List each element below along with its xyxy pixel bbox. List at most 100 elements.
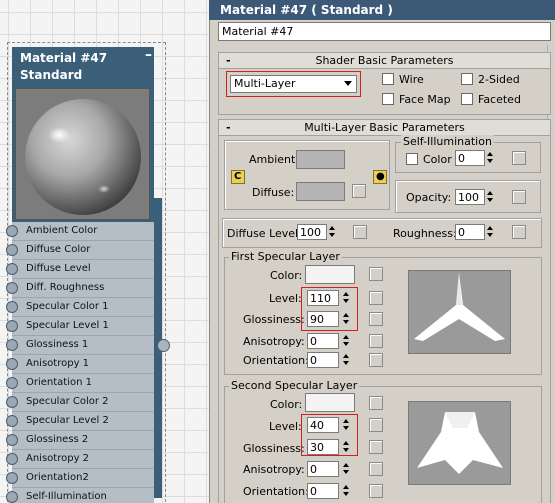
node-titlebar[interactable]: Material #47 Standard – bbox=[12, 47, 154, 87]
roughness-spinner[interactable] bbox=[486, 224, 495, 240]
self-illum-color-label: Color bbox=[423, 153, 452, 166]
diffuse-level-input[interactable]: 100 bbox=[297, 224, 327, 240]
first-orientation-map-button[interactable] bbox=[369, 353, 383, 367]
second-orientation-spinner[interactable] bbox=[342, 483, 351, 499]
shader-type-dropdown[interactable]: Multi-Layer bbox=[230, 75, 357, 93]
opacity-spinner[interactable] bbox=[486, 189, 495, 205]
second-anisotropy-input[interactable]: 0 bbox=[307, 461, 339, 477]
slot-diff-roughness[interactable]: Diff. Roughness bbox=[6, 279, 154, 298]
first-glossiness-spinner[interactable] bbox=[342, 311, 351, 327]
material-name-input[interactable]: Material #47 bbox=[218, 22, 551, 41]
highlight-curve-icon bbox=[409, 271, 510, 353]
multilayer-rollout-header[interactable]: - Multi-Layer Basic Parameters bbox=[219, 120, 550, 136]
opacity-input[interactable]: 100 bbox=[455, 189, 485, 205]
slot-anisotropy-2[interactable]: Anisotropy 2 bbox=[6, 450, 154, 469]
roughness-input[interactable]: 0 bbox=[455, 224, 485, 240]
slot-glossiness-2[interactable]: Glossiness 2 bbox=[6, 431, 154, 450]
first-level-map-button[interactable] bbox=[369, 291, 383, 305]
slot-socket-icon[interactable] bbox=[6, 377, 18, 389]
second-orientation-map-button[interactable] bbox=[369, 484, 383, 498]
slot-socket-icon[interactable] bbox=[6, 434, 18, 446]
node-minimize-button[interactable]: – bbox=[145, 47, 152, 63]
first-glossiness-input[interactable]: 90 bbox=[307, 311, 339, 327]
lock-ambient-icon[interactable]: C bbox=[231, 170, 245, 184]
second-specular-color-swatch[interactable] bbox=[305, 393, 355, 412]
slot-orientation-1[interactable]: Orientation 1 bbox=[6, 374, 154, 393]
lock-diffuse-map-icon[interactable]: ● bbox=[373, 170, 387, 184]
roughness-map-button[interactable] bbox=[512, 225, 526, 239]
diffuse-color-swatch[interactable] bbox=[296, 182, 345, 201]
first-specular-color-swatch[interactable] bbox=[305, 265, 355, 284]
slot-self-illumination[interactable]: Self-Illumination bbox=[6, 488, 154, 503]
shader-rollout-header[interactable]: - Shader Basic Parameters bbox=[219, 53, 550, 69]
slot-ambient-color[interactable]: Ambient Color bbox=[6, 222, 154, 241]
first-highlight-graph bbox=[408, 270, 511, 354]
sphere-preview-icon bbox=[16, 89, 149, 219]
faceted-checkbox[interactable] bbox=[461, 93, 473, 105]
second-level-input[interactable]: 40 bbox=[307, 417, 339, 433]
self-illum-color-checkbox[interactable] bbox=[406, 153, 418, 165]
first-color-map-button[interactable] bbox=[369, 267, 383, 281]
slot-diffuse-level[interactable]: Diffuse Level bbox=[6, 260, 154, 279]
opacity-label: Opacity: bbox=[406, 191, 452, 204]
slot-socket-icon[interactable] bbox=[6, 415, 18, 427]
slot-specular-color-2[interactable]: Specular Color 2 bbox=[6, 393, 154, 412]
diffuse-level-map-button[interactable] bbox=[353, 225, 367, 239]
second-glossiness-label: Glossiness: bbox=[243, 442, 305, 455]
ambient-label: Ambient: bbox=[249, 153, 300, 166]
first-level-input[interactable]: 110 bbox=[307, 290, 339, 306]
diffuse-level-spinner[interactable] bbox=[328, 224, 337, 240]
slot-socket-icon[interactable] bbox=[6, 491, 18, 503]
slot-label: Diffuse Level bbox=[26, 263, 91, 274]
second-orientation-input[interactable]: 0 bbox=[307, 483, 339, 499]
second-anisotropy-spinner[interactable] bbox=[342, 461, 351, 477]
self-illum-spinner[interactable] bbox=[486, 150, 495, 166]
slot-specular-level-2[interactable]: Specular Level 2 bbox=[6, 412, 154, 431]
first-orientation-input[interactable]: 0 bbox=[307, 352, 339, 368]
slot-socket-icon[interactable] bbox=[6, 301, 18, 313]
second-anisotropy-map-button[interactable] bbox=[369, 462, 383, 476]
second-glossiness-spinner[interactable] bbox=[342, 439, 351, 455]
ambient-color-swatch[interactable] bbox=[296, 150, 345, 169]
panel-titlebar[interactable]: Material #47 ( Standard ) bbox=[209, 0, 555, 20]
slot-socket-icon[interactable] bbox=[6, 358, 18, 370]
second-glossiness-map-button[interactable] bbox=[369, 440, 383, 454]
two-sided-checkbox[interactable] bbox=[461, 73, 473, 85]
slot-specular-color-1[interactable]: Specular Color 1 bbox=[6, 298, 154, 317]
first-glossiness-map-button[interactable] bbox=[369, 312, 383, 326]
slot-anisotropy-1[interactable]: Anisotropy 1 bbox=[6, 355, 154, 374]
first-level-spinner[interactable] bbox=[342, 290, 351, 306]
slot-specular-level-1[interactable]: Specular Level 1 bbox=[6, 317, 154, 336]
slot-socket-icon[interactable] bbox=[6, 263, 18, 275]
diffuse-label: Diffuse: bbox=[252, 186, 295, 199]
slot-socket-icon[interactable] bbox=[6, 396, 18, 408]
face-map-checkbox[interactable] bbox=[382, 93, 394, 105]
slot-socket-icon[interactable] bbox=[6, 453, 18, 465]
first-orientation-spinner[interactable] bbox=[342, 352, 351, 368]
self-illum-map-button[interactable] bbox=[512, 151, 526, 165]
second-glossiness-input[interactable]: 30 bbox=[307, 439, 339, 455]
first-anisotropy-spinner[interactable] bbox=[342, 333, 351, 349]
second-color-map-button[interactable] bbox=[369, 396, 383, 410]
slot-socket-icon[interactable] bbox=[6, 225, 18, 237]
self-illum-value-input[interactable]: 0 bbox=[455, 150, 485, 166]
slot-socket-icon[interactable] bbox=[6, 244, 18, 256]
slot-socket-icon[interactable] bbox=[6, 320, 18, 332]
slot-glossiness-1[interactable]: Glossiness 1 bbox=[6, 336, 154, 355]
slot-socket-icon[interactable] bbox=[6, 472, 18, 484]
output-socket-icon[interactable] bbox=[157, 339, 170, 352]
first-specular-title: First Specular Layer bbox=[229, 250, 342, 263]
wire-checkbox[interactable] bbox=[382, 73, 394, 85]
second-specular-title: Second Specular Layer bbox=[229, 379, 360, 392]
second-level-spinner[interactable] bbox=[342, 417, 351, 433]
slot-orientation-2[interactable]: Orientation2 bbox=[6, 469, 154, 488]
first-anisotropy-map-button[interactable] bbox=[369, 334, 383, 348]
slot-socket-icon[interactable] bbox=[6, 282, 18, 294]
first-anisotropy-input[interactable]: 0 bbox=[307, 333, 339, 349]
slot-label: Specular Level 1 bbox=[26, 320, 109, 331]
second-level-map-button[interactable] bbox=[369, 418, 383, 432]
slot-socket-icon[interactable] bbox=[6, 339, 18, 351]
opacity-map-button[interactable] bbox=[512, 190, 526, 204]
diffuse-map-button[interactable] bbox=[352, 184, 366, 198]
slot-diffuse-color[interactable]: Diffuse Color bbox=[6, 241, 154, 260]
